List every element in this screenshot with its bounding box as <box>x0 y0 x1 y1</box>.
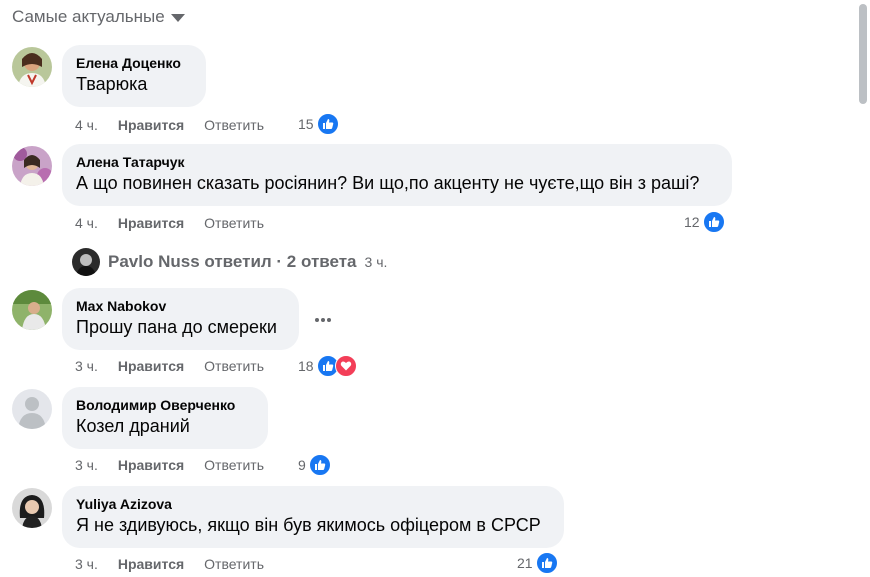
sort-label: Самые актуальные <box>12 7 165 26</box>
avatar <box>72 248 100 276</box>
reaction-summary[interactable]: 12 <box>684 211 725 233</box>
comment-bubble: Max Nabokov Прошу пана до смереки <box>62 288 299 350</box>
comment-actions: 3 ч. Нравится Ответить <box>75 455 264 475</box>
comment-text: Прошу пана до смереки <box>76 317 277 337</box>
avatar[interactable] <box>12 290 52 330</box>
comment-time[interactable]: 3 ч. <box>75 457 98 473</box>
like-button[interactable]: Нравится <box>118 215 184 231</box>
scrollbar[interactable] <box>856 0 870 577</box>
avatar[interactable] <box>12 47 52 87</box>
avatar[interactable] <box>12 146 52 186</box>
reaction-summary[interactable]: 15 <box>298 113 339 135</box>
comment-text: Козел драний <box>76 416 190 436</box>
like-button[interactable]: Нравится <box>118 117 184 133</box>
comment-time[interactable]: 3 ч. <box>75 358 98 374</box>
avatar[interactable] <box>12 488 52 528</box>
comment-actions: 4 ч. Нравится Ответить <box>75 213 264 233</box>
reply-button[interactable]: Ответить <box>204 556 264 572</box>
comment-bubble: Yuliya Azizova Я не здивуюсь, якщо він б… <box>62 486 564 548</box>
comment-author[interactable]: Володимир Оверченко <box>76 396 254 414</box>
replies-text[interactable]: Pavlo Nuss ответил · 2 ответа <box>108 252 357 272</box>
reaction-count: 18 <box>298 358 314 374</box>
comment-author[interactable]: Yuliya Azizova <box>76 495 550 513</box>
like-icon <box>535 552 558 574</box>
like-icon <box>702 211 725 233</box>
comment-text: А що повинен сказать росіянин? Ви що,по … <box>76 173 700 193</box>
like-icon <box>316 113 339 135</box>
sort-dropdown[interactable]: Самые актуальные <box>12 7 185 27</box>
comment-text: Я не здивуюсь, якщо він був якимось офіц… <box>76 515 541 535</box>
reaction-count: 9 <box>298 457 306 473</box>
reply-button[interactable]: Ответить <box>204 457 264 473</box>
more-icon[interactable] <box>314 306 332 329</box>
comment-author[interactable]: Елена Доценко <box>76 54 192 72</box>
comment-time[interactable]: 3 ч. <box>75 556 98 572</box>
comment-actions: 3 ч. Нравится Ответить <box>75 554 264 574</box>
caret-down-icon <box>170 14 185 22</box>
like-button[interactable]: Нравится <box>118 556 184 572</box>
reaction-count: 12 <box>684 214 700 230</box>
comment-bubble: Володимир Оверченко Козел драний <box>62 387 268 449</box>
comment-actions: 3 ч. Нравится Ответить <box>75 356 264 376</box>
love-icon <box>334 355 357 377</box>
comment-author[interactable]: Алена Татарчук <box>76 153 718 171</box>
like-button[interactable]: Нравится <box>118 457 184 473</box>
comment-bubble: Алена Татарчук А що повинен сказать росі… <box>62 144 732 206</box>
reaction-count: 15 <box>298 116 314 132</box>
reaction-summary[interactable]: 9 <box>298 454 331 476</box>
comment-text: Тварюка <box>76 74 148 94</box>
reply-button[interactable]: Ответить <box>204 215 264 231</box>
replies-time: 3 ч. <box>364 254 388 270</box>
like-button[interactable]: Нравится <box>118 358 184 374</box>
reply-button[interactable]: Ответить <box>204 117 264 133</box>
reaction-summary[interactable]: 21 <box>517 552 558 574</box>
comment-author[interactable]: Max Nabokov <box>76 297 285 315</box>
comment-time[interactable]: 4 ч. <box>75 117 98 133</box>
reaction-count: 21 <box>517 555 533 571</box>
comment-time[interactable]: 4 ч. <box>75 215 98 231</box>
reaction-summary[interactable]: 18 <box>298 355 357 377</box>
view-replies-link[interactable]: Pavlo Nuss ответил · 2 ответа 3 ч. <box>72 247 387 277</box>
comment-actions: 4 ч. Нравится Ответить <box>75 115 264 135</box>
like-icon <box>308 454 331 476</box>
scrollbar-thumb[interactable] <box>859 4 867 104</box>
avatar[interactable] <box>12 389 52 429</box>
comment-bubble: Елена Доценко Тварюка <box>62 45 206 107</box>
reply-button[interactable]: Ответить <box>204 358 264 374</box>
